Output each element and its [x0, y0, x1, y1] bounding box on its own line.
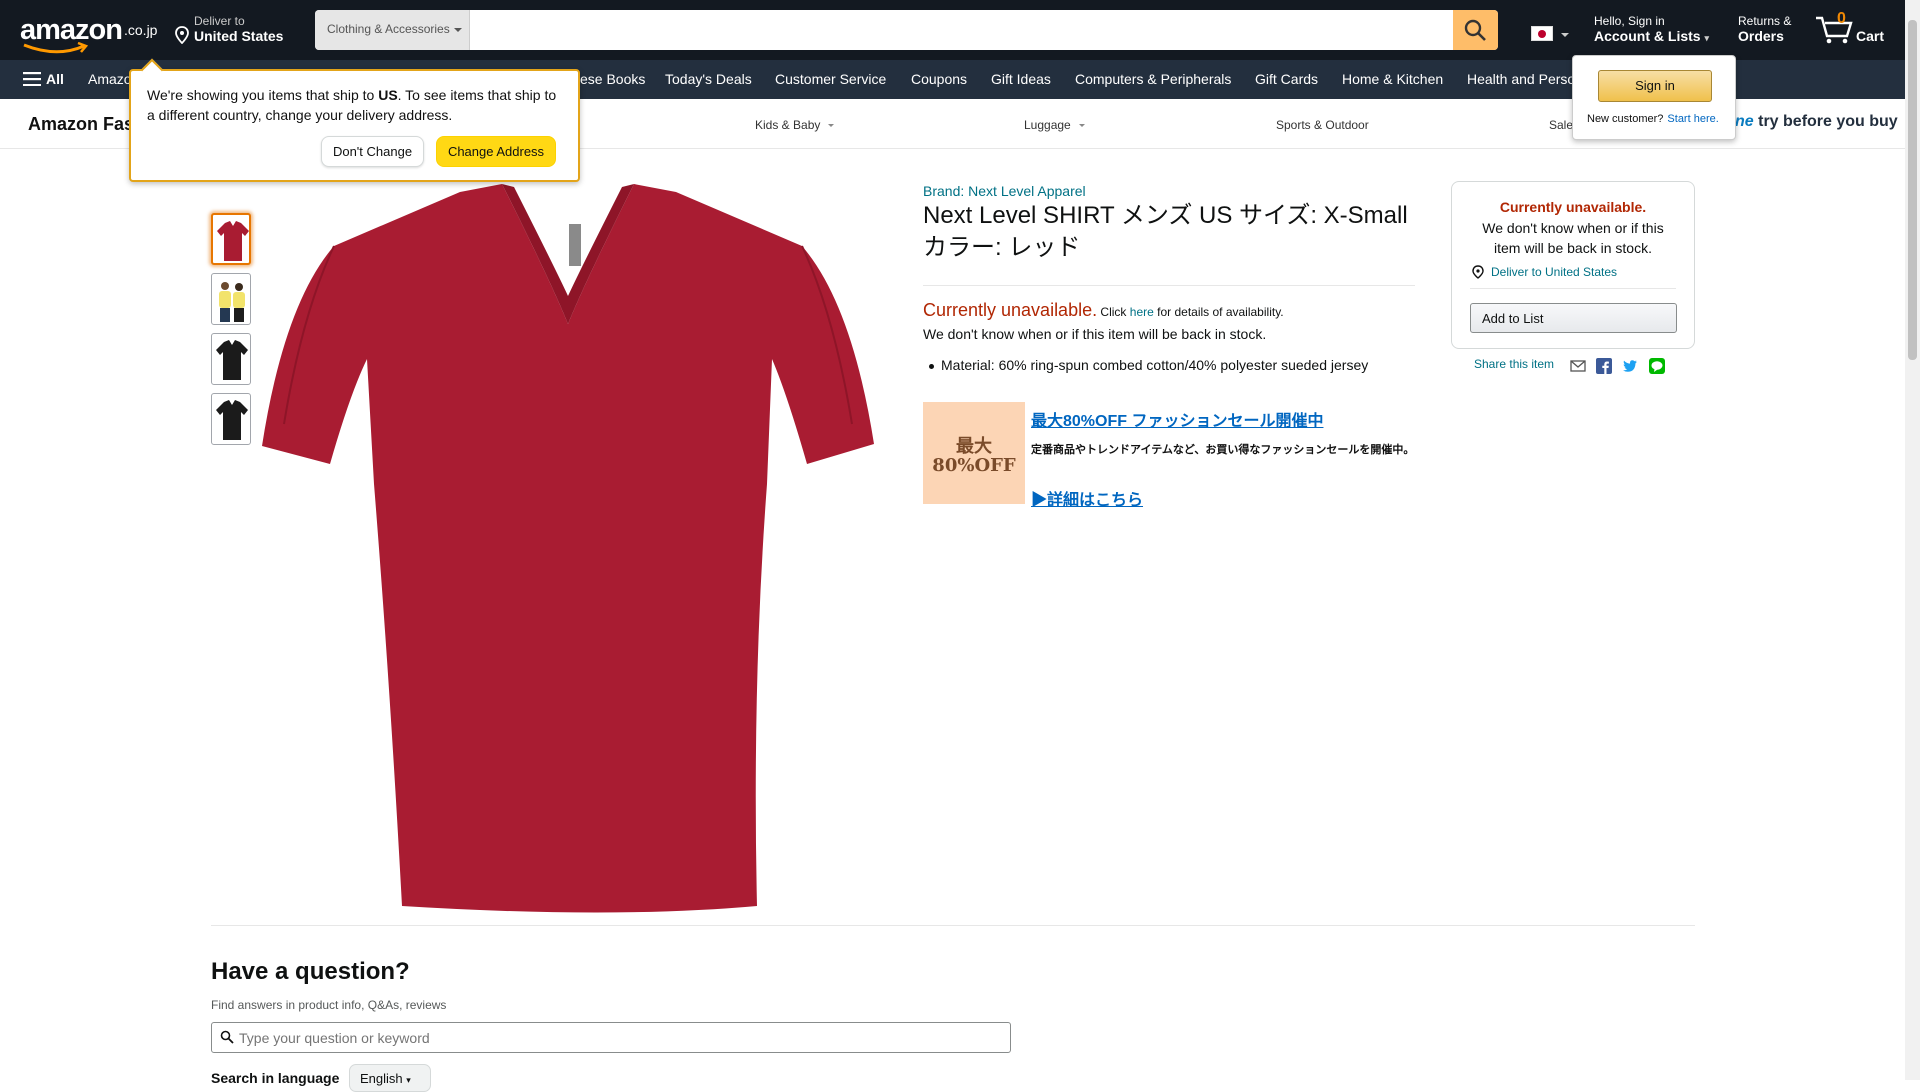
subnav-item-health[interactable]: Health and Perso [1467, 71, 1575, 87]
subnav-item-customer-service[interactable]: Customer Service [775, 71, 886, 87]
question-search-box [211, 1022, 1011, 1053]
scrollbar-thumb[interactable] [1908, 20, 1917, 360]
vneck-shirt-image [262, 184, 874, 913]
fashion-link-kids-baby[interactable]: Kids & Baby [755, 118, 835, 132]
fashion-link-sale[interactable]: Sale [1549, 118, 1573, 132]
cart[interactable]: 0 Cart [1814, 8, 1894, 48]
divider [923, 285, 1415, 286]
search-icon [1464, 19, 1486, 41]
thumbnail-black-vneck-2[interactable] [211, 393, 251, 445]
buybox-deliver-link[interactable]: Deliver to United States [1471, 265, 1617, 279]
buybox-unavailable: Currently unavailable. [1499, 199, 1647, 215]
returns-orders[interactable]: Returns & Orders [1738, 14, 1791, 44]
account-line1: Hello, Sign in [1594, 14, 1665, 28]
facebook-icon[interactable] [1596, 358, 1612, 374]
cart-label: Cart [1856, 28, 1885, 44]
share-label: Share this item [1474, 357, 1555, 371]
product-title: Next Level SHIRT メンズ US サイズ: X-Small カラー… [923, 202, 1408, 261]
subnav-item-books[interactable]: ese Books [580, 71, 645, 87]
thumbnail-red-vneck[interactable] [211, 213, 251, 265]
ship-country-popover: We're showing you items that ship to US.… [129, 69, 580, 182]
page-scrollbar[interactable] [1905, 0, 1920, 1080]
fashion-store-brand[interactable]: Amazon Fas [28, 114, 134, 135]
logo-smile-icon [23, 42, 89, 54]
change-address-button[interactable]: Change Address [436, 136, 556, 167]
line-icon[interactable] [1649, 358, 1665, 374]
subnav-item-gift-ideas[interactable]: Gift Ideas [991, 71, 1051, 87]
search-icon [220, 1030, 234, 1044]
main-product-image[interactable] [262, 184, 874, 914]
returns-line1: Returns & [1738, 14, 1792, 28]
deliver-line2: United States [194, 28, 284, 44]
sign-in-button[interactable]: Sign in [1598, 70, 1712, 102]
account-lists[interactable]: Hello, Sign in Account & Lists ▾ [1594, 14, 1719, 44]
all-menu-button[interactable]: All [23, 71, 64, 87]
amazon-logo[interactable]: amazon .co.jp [20, 14, 158, 54]
search-category-dropdown[interactable]: Clothing & Accessories [315, 10, 470, 50]
cart-icon [1816, 16, 1853, 44]
chevron-down-icon [1078, 124, 1085, 128]
language-flag-selector[interactable] [1531, 24, 1581, 44]
subnav-item-home-kitchen[interactable]: Home & Kitchen [1342, 71, 1443, 87]
question-subtitle: Find answers in product info, Q&As, revi… [211, 998, 447, 1012]
thumbnail-black-vneck[interactable] [211, 333, 251, 385]
feature-bullet: Material: 60% ring-spun combed cotton/40… [928, 357, 1369, 373]
subnav-item-gift-cards[interactable]: Gift Cards [1255, 71, 1318, 87]
email-icon[interactable] [1570, 358, 1586, 374]
ship-message: We're showing you items that ship to US.… [147, 87, 557, 123]
sale-headline-link[interactable]: 最大80%OFF ファッションセール開催中 [1031, 407, 1323, 431]
logo-tld: .co.jp [124, 22, 158, 38]
language-label: Search in language [211, 1070, 340, 1086]
subnav-item-deals[interactable]: Today's Deals [665, 71, 752, 87]
deliver-line1: Deliver to [194, 14, 245, 28]
divider [1470, 288, 1676, 289]
start-here-link[interactable]: Start here. [1667, 113, 1718, 125]
buybox-stock-message: We don't know when or if this item will … [1482, 220, 1664, 256]
location-pin-icon [1472, 265, 1484, 279]
question-input[interactable] [239, 1023, 1004, 1052]
try-before-you-buy-link[interactable]: ne try before you buy [1735, 113, 1898, 131]
search-category-label: Clothing & Accessories [327, 22, 450, 36]
fashion-link-sports[interactable]: Sports & Outdoor [1276, 118, 1369, 132]
sale-details-link[interactable]: ▶詳細はこちら [1031, 486, 1143, 510]
shirt-thumbnail-icon [216, 340, 248, 380]
sale-badge-image[interactable]: 最大 80%OFF [923, 402, 1025, 504]
returns-line2: Orders [1738, 28, 1784, 44]
search-input[interactable] [471, 10, 1453, 50]
subnav-item-computers[interactable]: Computers & Peripherals [1075, 71, 1231, 87]
brand-link[interactable]: Brand: Next Level Apparel [923, 183, 1086, 199]
top-nav: amazon .co.jp Deliver to United States C… [0, 0, 1905, 60]
new-customer-text: New customer? Start here. [1587, 113, 1719, 125]
availability-here-link[interactable]: here [1130, 305, 1154, 319]
language-select[interactable]: English ▾ [349, 1064, 431, 1092]
stock-message: We don't know when or if this item will … [923, 326, 1267, 342]
buy-box: Currently unavailable. We don't know whe… [1451, 181, 1695, 349]
divider [211, 925, 1695, 926]
chevron-down-icon [453, 27, 462, 32]
dont-change-button[interactable]: Don't Change [321, 136, 424, 167]
sale-badge-line2: 80%OFF [932, 455, 1016, 476]
account-line2: Account & Lists ▾ [1594, 28, 1709, 44]
cart-count: 0 [1837, 10, 1846, 27]
availability-status: Currently unavailable. Click here for de… [923, 300, 1284, 320]
hamburger-icon [23, 72, 41, 87]
sale-description: 定番商品やトレンドアイテムなど、お買い得なファッションセールを開催中。 [1031, 444, 1415, 456]
twitter-icon[interactable] [1622, 358, 1638, 374]
thumbnail-yellow-models[interactable] [211, 273, 251, 325]
shirt-thumbnail-icon [216, 400, 248, 440]
signin-popover: Sign in New customer? Start here. [1572, 55, 1736, 140]
shirt-thumbnail-icon [217, 221, 249, 261]
location-pin-icon [175, 26, 189, 44]
search-bar: Clothing & Accessories [315, 10, 1498, 50]
models-thumbnail-icon [219, 282, 245, 322]
question-heading: Have a question? [211, 958, 410, 985]
chevron-down-icon [828, 124, 835, 128]
japan-flag-icon [1531, 26, 1553, 41]
fashion-link-luggage[interactable]: Luggage [1024, 118, 1085, 132]
subnav-item-coupons[interactable]: Coupons [911, 71, 967, 87]
add-to-list-button[interactable]: Add to List [1470, 303, 1677, 333]
search-button[interactable] [1453, 10, 1498, 50]
chevron-down-icon [1561, 33, 1569, 37]
